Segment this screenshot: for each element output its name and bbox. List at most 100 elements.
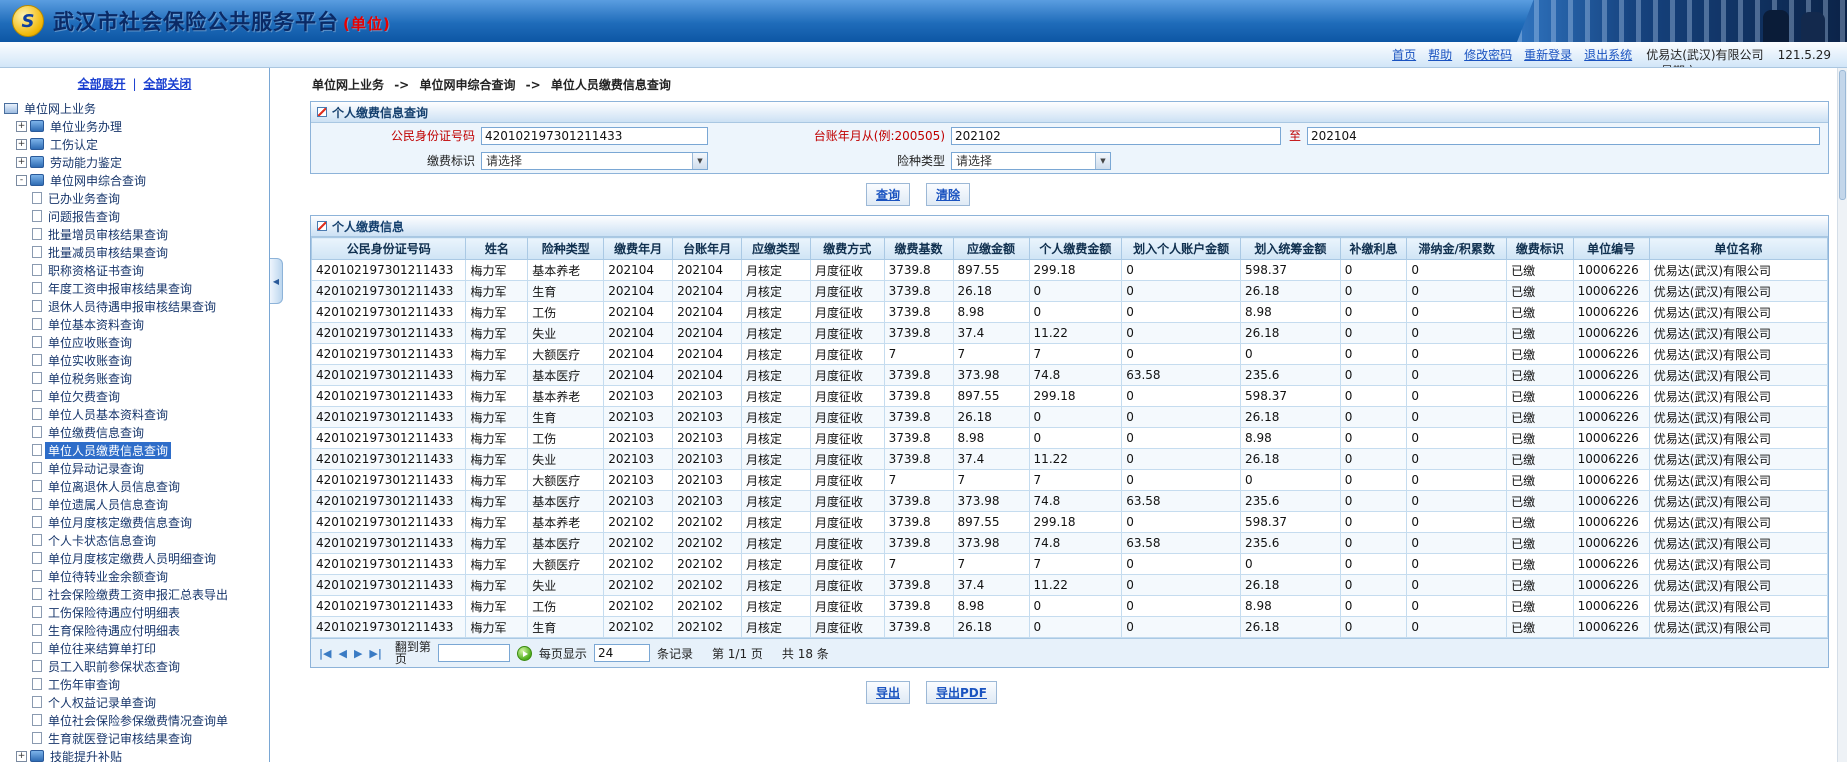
sidebar-collapse-handle[interactable]: ◀ [270, 258, 283, 304]
tree-item-label[interactable]: 已办业务查询 [45, 190, 123, 207]
tree-leaf[interactable]: 工伤保险待遇应付明细表 [0, 603, 269, 621]
vertical-scrollbar[interactable] [1837, 68, 1847, 762]
export-button[interactable]: 导出 [866, 681, 910, 704]
tree-leaf[interactable]: 退休人员待遇申报审核结果查询 [0, 297, 269, 315]
tree-leaf[interactable]: 单位离退休人员信息查询 [0, 477, 269, 495]
tree-item-label[interactable]: 单位网申综合查询 [47, 172, 149, 189]
topbar-link[interactable]: 重新登录 [1524, 46, 1572, 63]
tree-item-label[interactable]: 单位离退休人员信息查询 [45, 478, 183, 495]
tree-item-label[interactable]: 员工入职前参保状态查询 [45, 658, 183, 675]
scrollbar-thumb[interactable] [1839, 70, 1846, 200]
tree-folder[interactable]: + 单位业务办理 [0, 117, 269, 135]
tree-item-label[interactable]: 单位月度核定缴费人员明细查询 [45, 550, 219, 567]
export-pdf-button[interactable]: 导出PDF [926, 681, 997, 704]
tree-folder[interactable]: -单位网申综合查询 [0, 171, 269, 189]
topbar-link[interactable]: 帮助 [1428, 46, 1452, 63]
tree-item-label[interactable]: 个人权益记录单查询 [45, 694, 159, 711]
tree-leaf[interactable]: 单位待转业金余额查询 [0, 567, 269, 585]
last-page-button[interactable]: ▶| [369, 647, 381, 660]
expand-all-link[interactable]: 全部展开 [78, 77, 126, 91]
tree-item-label[interactable]: 单位往来结算单打印 [45, 640, 159, 657]
tree-leaf[interactable]: 个人卡状态信息查询 [0, 531, 269, 549]
tree-leaf[interactable]: 单位人员基本资料查询 [0, 405, 269, 423]
period-to-input[interactable] [1307, 127, 1820, 145]
tree-item-label[interactable]: 生育保险待遇应付明细表 [45, 622, 183, 639]
id-input[interactable] [481, 127, 708, 145]
tree-leaf[interactable]: 年度工资申报审核结果查询 [0, 279, 269, 297]
first-page-button[interactable]: |◀ [319, 647, 331, 660]
tree-item-label[interactable]: 年度工资申报审核结果查询 [45, 280, 195, 297]
tree-item-label[interactable]: 问题报告查询 [45, 208, 123, 225]
tree-leaf[interactable]: 单位月度核定缴费人员明细查询 [0, 549, 269, 567]
next-page-button[interactable]: ▶ [354, 647, 362, 660]
tree-leaf[interactable]: 单位税务账查询 [0, 369, 269, 387]
tree-item-label[interactable]: 单位业务办理 [47, 118, 125, 135]
tree-item-label[interactable]: 生育就医登记审核结果查询 [45, 730, 195, 747]
tree-leaf[interactable]: 单位缴费信息查询 [0, 423, 269, 441]
tree-leaf[interactable]: 单位欠费查询 [0, 387, 269, 405]
tree-expand-toggle[interactable]: + [16, 139, 27, 150]
tree-item-label[interactable]: 个人卡状态信息查询 [45, 532, 159, 549]
tree-leaf[interactable]: 单位遗属人员信息查询 [0, 495, 269, 513]
tree-item-label[interactable]: 工伤认定 [47, 136, 101, 153]
page-size-input[interactable] [594, 644, 650, 662]
breadcrumb-item[interactable]: 单位人员缴费信息查询 [551, 78, 671, 92]
tree-item-label[interactable]: 单位待转业金余额查询 [45, 568, 171, 585]
tree-leaf[interactable]: 单位异动记录查询 [0, 459, 269, 477]
tree-leaf[interactable]: 生育保险待遇应付明细表 [0, 621, 269, 639]
tree-leaf[interactable]: 问题报告查询 [0, 207, 269, 225]
tree-leaf[interactable]: 单位应收账查询 [0, 333, 269, 351]
tree-item-label[interactable]: 退休人员待遇申报审核结果查询 [45, 298, 219, 315]
tree-leaf[interactable]: 单位基本资料查询 [0, 315, 269, 333]
tree-item-label[interactable]: 批量增员审核结果查询 [45, 226, 171, 243]
breadcrumb-item[interactable]: 单位网上业务 [312, 78, 384, 92]
tree-folder[interactable]: + 工伤认定 [0, 135, 269, 153]
tree-item-label[interactable]: 单位异动记录查询 [45, 460, 147, 477]
go-page-button[interactable] [517, 646, 532, 661]
tree-item-label[interactable]: 单位基本资料查询 [45, 316, 147, 333]
tree-item-label[interactable]: 单位网上业务 [21, 100, 99, 117]
tree-folder[interactable]: +技能提升补贴 [0, 747, 269, 762]
breadcrumb-item[interactable]: 单位网申综合查询 [419, 78, 515, 92]
tree-leaf[interactable]: 批量增员审核结果查询 [0, 225, 269, 243]
tree-expand-toggle[interactable]: + [16, 751, 27, 762]
tree-item-label[interactable]: 单位实收账查询 [45, 352, 135, 369]
tree-item-label[interactable]: 劳动能力鉴定 [47, 154, 125, 171]
tree-item-label[interactable]: 单位税务账查询 [45, 370, 135, 387]
period-from-input[interactable] [951, 127, 1281, 145]
prev-page-button[interactable]: ◀ [338, 647, 346, 660]
tree-leaf[interactable]: 单位月度核定缴费信息查询 [0, 513, 269, 531]
topbar-link[interactable]: 首页 [1392, 46, 1416, 63]
tree-leaf[interactable]: 社会保险缴费工资申报汇总表导出 [0, 585, 269, 603]
tree-leaf[interactable]: 工伤年审查询 [0, 675, 269, 693]
tree-root[interactable]: 单位网上业务 [0, 99, 269, 117]
tree-item-label[interactable]: 单位月度核定缴费信息查询 [45, 514, 195, 531]
tree-item-label[interactable]: 单位社会保险参保缴费情况查询单 [45, 712, 231, 729]
tree-leaf[interactable]: 单位实收账查询 [0, 351, 269, 369]
tree-item-label[interactable]: 单位遗属人员信息查询 [45, 496, 171, 513]
tree-leaf[interactable]: 职称资格证书查询 [0, 261, 269, 279]
tree-item-label[interactable]: 单位应收账查询 [45, 334, 135, 351]
topbar-link[interactable]: 修改密码 [1464, 46, 1512, 63]
tree-leaf[interactable]: 单位社会保险参保缴费情况查询单 [0, 711, 269, 729]
collapse-all-link[interactable]: 全部关闭 [143, 77, 191, 91]
tree-item-label[interactable]: 工伤保险待遇应付明细表 [45, 604, 183, 621]
tree-item-label[interactable]: 职称资格证书查询 [45, 262, 147, 279]
pay-flag-select[interactable]: 请选择 ▼ [481, 152, 708, 170]
tree-folder[interactable]: + 劳动能力鉴定 [0, 153, 269, 171]
tree-expand-toggle[interactable]: + [16, 157, 27, 168]
tree-leaf[interactable]: 单位人员缴费信息查询 [0, 441, 269, 459]
tree-leaf[interactable]: 单位往来结算单打印 [0, 639, 269, 657]
tree-item-label[interactable]: 社会保险缴费工资申报汇总表导出 [45, 586, 231, 603]
tree-leaf[interactable]: 已办业务查询 [0, 189, 269, 207]
tree-expand-toggle[interactable]: + [16, 121, 27, 132]
tree-leaf[interactable]: 生育就医登记审核结果查询 [0, 729, 269, 747]
tree-item-label[interactable]: 单位欠费查询 [45, 388, 123, 405]
query-button[interactable]: 查询 [866, 183, 910, 206]
tree-item-label[interactable]: 单位人员缴费信息查询 [45, 442, 171, 459]
tree-item-label[interactable]: 单位缴费信息查询 [45, 424, 147, 441]
tree-item-label[interactable]: 工伤年审查询 [45, 676, 123, 693]
tree-item-label[interactable]: 批量减员审核结果查询 [45, 244, 171, 261]
insurance-type-select[interactable]: 请选择 ▼ [951, 152, 1111, 170]
tree-leaf[interactable]: 员工入职前参保状态查询 [0, 657, 269, 675]
